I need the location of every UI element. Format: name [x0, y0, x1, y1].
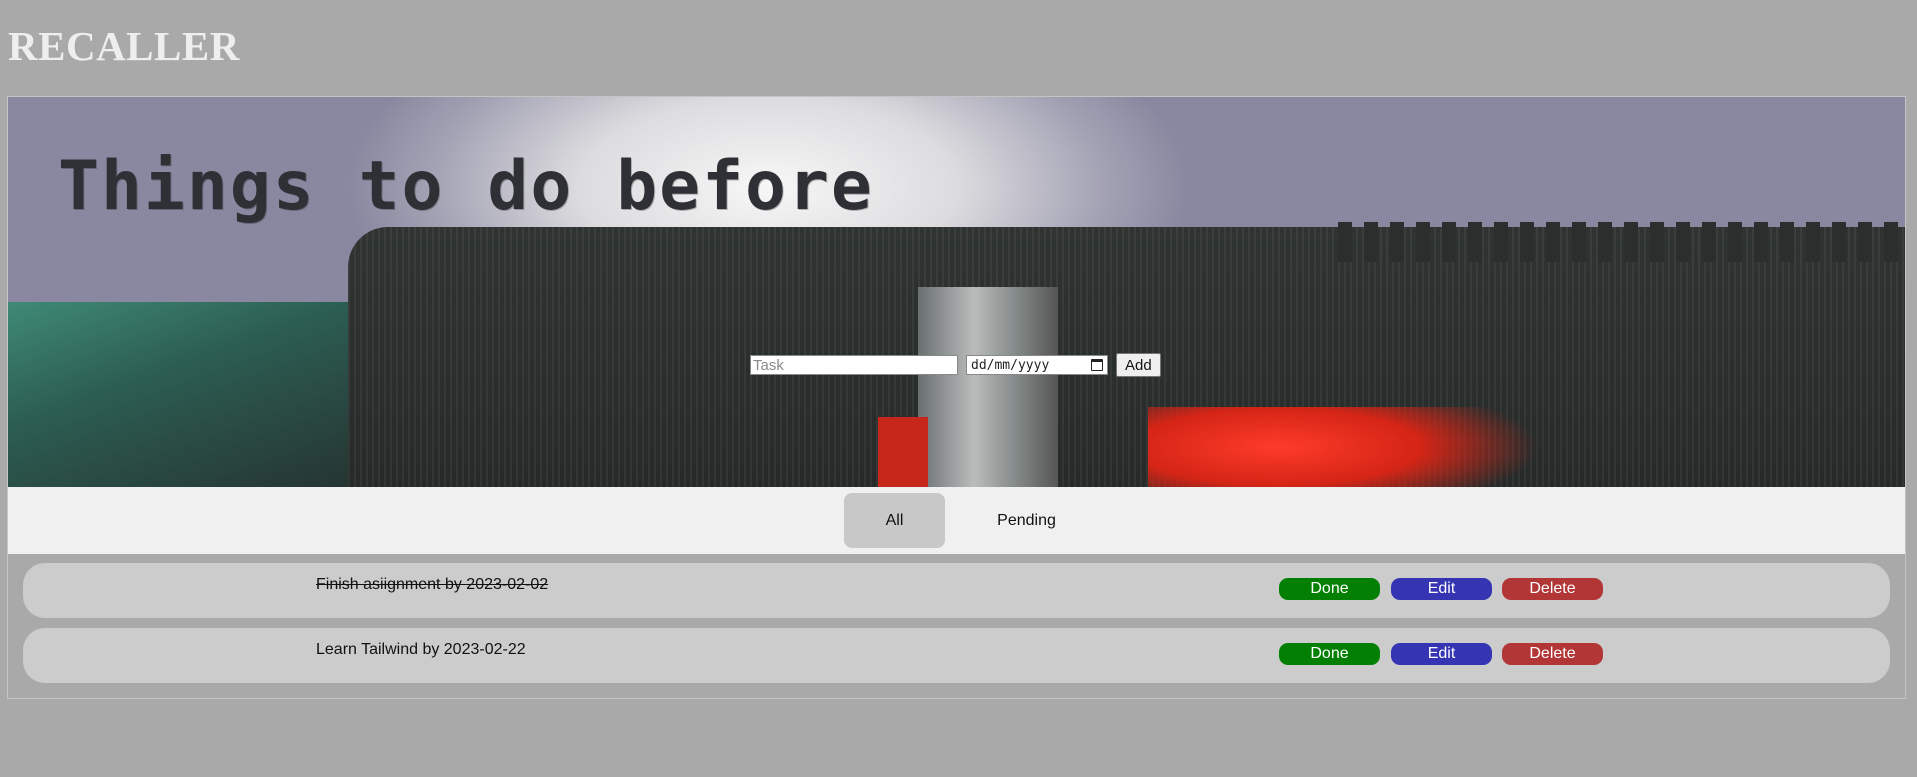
- task-text: Finish asiignment by 2023-02-02: [316, 576, 549, 593]
- hero-banner: Things to do before dd/mm/yyyy Add: [8, 97, 1905, 487]
- filter-bar: All Pending: [8, 487, 1905, 554]
- delete-button[interactable]: Delete: [1502, 643, 1603, 665]
- hero-ribbon-left: [878, 417, 928, 487]
- date-input-placeholder: dd/mm/yyyy: [971, 357, 1050, 373]
- filter-tab-all[interactable]: All: [844, 493, 945, 548]
- hero-typewriter-teeth: [1338, 222, 1905, 262]
- task-row: Learn Tailwind by 2023-02-22 Done Edit D…: [23, 628, 1890, 683]
- app-title: RECALLER: [8, 23, 240, 69]
- add-button[interactable]: Add: [1116, 353, 1161, 377]
- hero-typebar: [918, 287, 1058, 487]
- calendar-icon[interactable]: [1091, 359, 1103, 371]
- edit-button[interactable]: Edit: [1391, 643, 1492, 665]
- hero-green-body: [8, 302, 368, 487]
- done-button[interactable]: Done: [1279, 578, 1380, 600]
- filter-tab-pending[interactable]: Pending: [976, 493, 1077, 548]
- done-button[interactable]: Done: [1279, 643, 1380, 665]
- filter-tab-label: All: [885, 511, 904, 529]
- task-row: Finish asiignment by 2023-02-02 Done Edi…: [23, 563, 1890, 618]
- edit-button[interactable]: Edit: [1391, 578, 1492, 600]
- hero-ribbon: [1148, 407, 1628, 487]
- delete-button[interactable]: Delete: [1502, 578, 1603, 600]
- filter-tab-label: Pending: [997, 511, 1056, 529]
- date-input[interactable]: dd/mm/yyyy: [966, 355, 1108, 375]
- task-text: Learn Tailwind by 2023-02-22: [316, 641, 526, 658]
- add-task-form: dd/mm/yyyy Add: [750, 353, 1161, 377]
- hero-typed-text: Things to do before: [58, 147, 874, 226]
- main-panel: Things to do before dd/mm/yyyy Add All P…: [7, 96, 1906, 699]
- task-input[interactable]: [750, 355, 958, 375]
